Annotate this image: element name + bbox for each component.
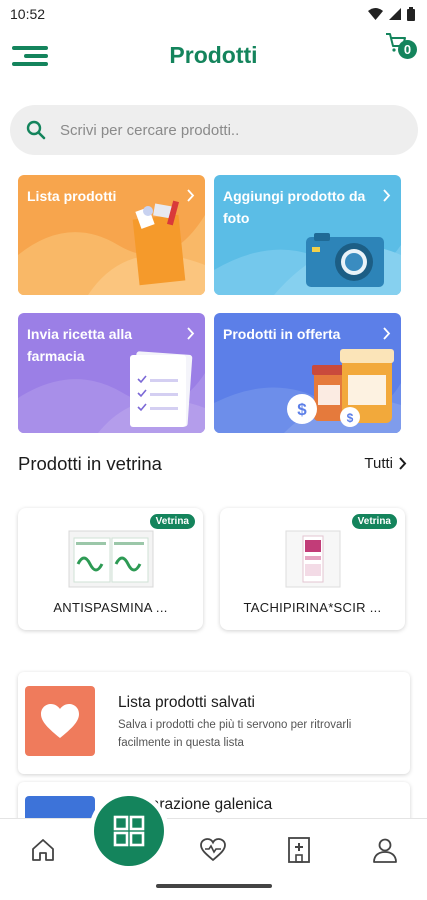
nav-profile[interactable] (368, 833, 402, 867)
menu-line (24, 54, 48, 58)
saved-list-title: Lista prodotti salvati (118, 694, 255, 711)
page-title: Prodotti (169, 42, 258, 68)
product-card[interactable]: Vetrina ANTISPASMINA ... (18, 508, 203, 630)
nav-home[interactable] (26, 833, 60, 867)
product-image (285, 530, 340, 588)
tile-prodotti-in-offerta[interactable]: $ $ Prodotti in offerta (214, 313, 401, 433)
showcase-badge: Vetrina (149, 514, 195, 529)
grid-icon (113, 815, 145, 847)
product-name: TACHIPIRINA*SCIR ... (243, 600, 382, 615)
chevron-right-icon (383, 327, 391, 340)
wifi-icon (368, 8, 383, 20)
status-icons (368, 7, 415, 21)
nav-health[interactable] (196, 833, 230, 867)
section-title: Prodotti in vetrina (18, 453, 162, 474)
chevron-right-icon (187, 327, 195, 340)
pharmacy-icon (288, 837, 310, 863)
product-card[interactable]: Vetrina TACHIPIRINA*SCIR ... (220, 508, 405, 630)
tile-label: Invia ricetta alla farmacia (27, 326, 133, 364)
chevron-right-icon (187, 189, 195, 202)
nav-pharmacy[interactable] (282, 833, 316, 867)
saved-list-description: Salva i prodotti che più ti servono per … (118, 719, 352, 749)
tile-lista-prodotti[interactable]: Lista prodotti (18, 175, 205, 295)
saved-list-card[interactable]: Lista prodotti salvati Salva i prodotti … (18, 672, 410, 774)
search-bar[interactable] (10, 105, 418, 155)
nav-catalog-fab[interactable] (94, 796, 164, 866)
saved-list-icon-box (25, 686, 95, 756)
chevron-right-icon (383, 189, 391, 202)
search-input[interactable] (60, 121, 380, 139)
cart-button[interactable]: 0 (385, 32, 417, 64)
battery-icon (407, 7, 415, 21)
app-header: Prodotti 0 (0, 30, 427, 86)
signal-icon (389, 8, 401, 20)
search-icon (26, 120, 46, 140)
see-all-label: Tutti (364, 455, 393, 472)
tile-label: Lista prodotti (27, 188, 117, 204)
tile-invia-ricetta[interactable]: Invia ricetta alla farmacia (18, 313, 205, 433)
cart-count-badge: 0 (398, 40, 417, 59)
heart-pulse-icon (200, 838, 226, 862)
status-bar: 10:52 (0, 0, 427, 28)
svg-text:$: $ (347, 411, 354, 425)
menu-line (12, 62, 48, 66)
chevron-right-icon (399, 457, 407, 470)
showcase-badge: Vetrina (351, 514, 397, 529)
home-icon (32, 839, 54, 861)
menu-button[interactable] (12, 46, 52, 72)
menu-line (12, 46, 48, 50)
product-name: ANTISPASMINA ... (53, 600, 168, 615)
product-image (68, 530, 153, 588)
status-time: 10:52 (10, 6, 46, 22)
home-indicator[interactable] (156, 884, 272, 888)
svg-text:$: $ (297, 400, 307, 419)
tile-label: Aggiungi prodotto da foto (223, 188, 366, 226)
heart-icon (41, 704, 79, 738)
see-all-link[interactable]: Tutti (364, 455, 407, 472)
user-icon (373, 838, 397, 863)
tile-label: Prodotti in offerta (223, 326, 341, 342)
tile-aggiungi-da-foto[interactable]: Aggiungi prodotto da foto (214, 175, 401, 295)
